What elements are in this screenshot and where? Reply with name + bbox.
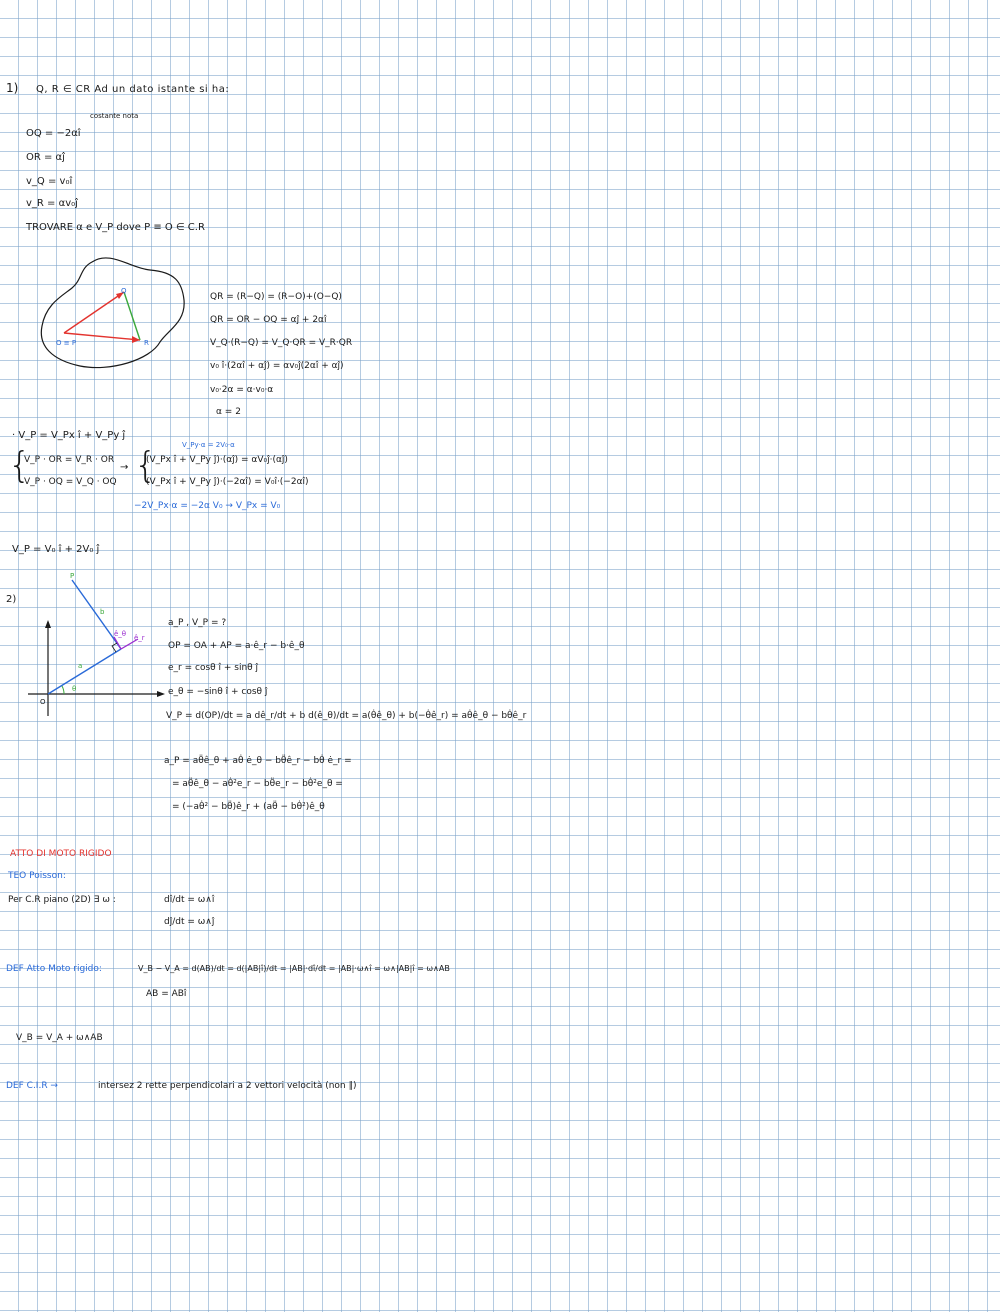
segment-a	[47, 648, 122, 695]
ex2-line-3: e_r = cosθ î + sinθ ĵ	[168, 663, 259, 673]
teo-poisson-label: TEO Poisson:	[8, 871, 66, 881]
rigid-motion-title: ATTO DI MOTO RIGIDO	[10, 849, 112, 859]
theta-arc	[61, 685, 65, 695]
poisson-eq-i: dî/dt = ω∧î	[164, 895, 215, 905]
exercise-1-number: 1)	[6, 81, 19, 95]
fig2-label-a: a	[78, 662, 83, 670]
blue-note-vpy: V_Py·α = 2V₀·α	[182, 441, 235, 449]
def-cir-label: DEF C.I.R →	[6, 1081, 58, 1091]
blue-result-vpx: −2V_Px·α = −2α V₀ → V_Px = V₀	[134, 501, 281, 511]
calc-alpha-result: α = 2	[216, 407, 241, 417]
calc-line-5: v₀·2α = α·v₀·α	[210, 385, 274, 395]
exercise-1-header: Q, R ∈ CR Ad un dato istante si ha:	[36, 84, 230, 95]
ex2-line-8: = (−aθ̇² − bθ̈)ê_r + (aθ̈ − bθ̇²)ê_θ	[172, 802, 325, 812]
ex2-line-7: = aθ̈ê_θ − aθ̇²e_r − bθ̈e_r − bθ̇²e_θ =	[172, 779, 343, 789]
fig2-label-o: O	[40, 698, 46, 706]
arrowhead-r	[132, 336, 140, 343]
fig2-label-p: P	[70, 572, 75, 580]
fig2-label-eth: ê_θ	[114, 630, 127, 638]
fig1-label-q: Q	[121, 287, 127, 295]
triangle-side-qr	[123, 291, 141, 341]
rigid-velocity-formula: V_B = V_A + ω∧AB	[16, 1033, 103, 1043]
figure-2-polar-frame	[28, 579, 165, 716]
given-vq: v_Q = v₀î	[26, 176, 73, 187]
def-rigid-equation: V_B − V_A = d(AB)/dt = d(|AB|î)/dt = |AB…	[138, 964, 450, 973]
calc-line-1: QR = (R−Q) = (R−O)+(O−Q)	[210, 292, 342, 302]
implies-arrow: →	[120, 462, 129, 473]
rigid-body-outline	[40, 257, 185, 369]
calc-line-3: V_Q·(R−Q) = V_Q·QR = V_R·QR	[210, 338, 353, 348]
system-eq-2: V_P · OQ = V_Q · OQ	[24, 477, 117, 487]
exercise-2-number: 2)	[6, 594, 17, 605]
x-axis-arrow	[157, 691, 165, 697]
ex2-line-1: a_P , V_P = ?	[168, 618, 227, 628]
right-angle-mark	[111, 642, 118, 653]
fig2-label-b: b	[100, 608, 105, 616]
ab-equation: AB = ABî	[146, 989, 187, 999]
fig1-label-op: O ≡ P	[56, 339, 77, 347]
fig1-label-r: R	[144, 339, 149, 347]
final-vp: V_P = V₀ î + 2V₀ ĵ	[12, 544, 100, 555]
given-vr: v_R = αv₀ĵ	[26, 198, 78, 209]
poisson-eq-j: dĵ/dt = ω∧ĵ	[164, 917, 215, 927]
calc-line-4: v₀ î·(2αî + αĵ) = αv₀ĵ(2αî + αĵ)	[210, 361, 344, 371]
system-rhs-2: (V_Px î + V_Py ĵ)·(−2αî) = V₀î·(−2αî)	[146, 477, 309, 487]
def-cir-text: intersez 2 rette perpendicolari a 2 vett…	[98, 1081, 357, 1091]
poisson-intro: Per C.R piano (2D) ∃ ω :	[8, 895, 116, 905]
calc-line-2: QR = OR − OQ = αĵ + 2αî	[210, 315, 327, 325]
ex2-line-4: e_θ = −sinθ î + cosθ ĵ	[168, 687, 268, 697]
given-or: OR = αĵ	[26, 152, 65, 163]
given-oq: OQ = −2αî	[26, 128, 81, 139]
find-statement: TROVARE α e V_P dove P ≡ O ∈ C.R	[26, 222, 205, 233]
ex2-line-5: V_P = d(OP)/dt = a dê_r/dt + b d(ê_θ)/dt…	[166, 711, 527, 721]
system-eq-1: V_P · OR = V_R · OR	[24, 455, 115, 465]
ex2-line-2: OP = OA + AP = a·ê_r − b·ê_θ	[168, 641, 305, 651]
figure-1-rigid-body	[40, 257, 185, 369]
ex2-line-6: a_P = aθ̈ê_θ + aθ̇ ė_θ − bθ̈ê_r − bθ̇ ė_…	[164, 756, 352, 766]
y-axis-arrow	[45, 620, 51, 628]
vp-definition: · V_P = V_Px î + V_Py ĵ	[12, 430, 126, 441]
def-rigid-label: DEF Atto Moto rigido:	[6, 964, 102, 974]
triangle-side-oq	[63, 291, 125, 334]
fig2-label-theta: θ	[72, 685, 77, 693]
system-rhs-1: (V_Px î + V_Py ĵ)·(αĵ) = αV₀ĵ·(αĵ)	[146, 455, 288, 465]
costante-nota-note: costante nota	[90, 112, 139, 120]
fig2-label-er: ê_r	[134, 634, 145, 642]
